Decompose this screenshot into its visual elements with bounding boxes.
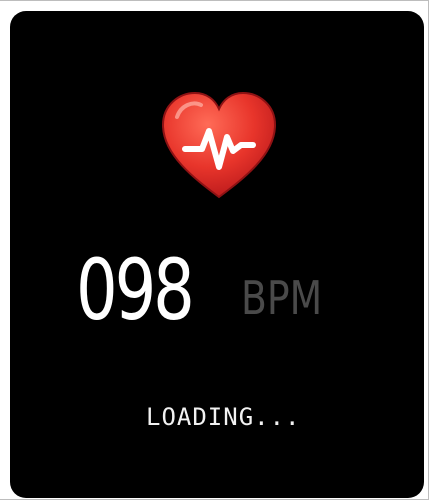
watch-screen: 098 BPM LOADING... (10, 11, 424, 498)
app-window: 098 BPM LOADING... (0, 0, 429, 500)
loading-status: LOADING... (146, 403, 301, 431)
bpm-value: 098 (76, 241, 195, 339)
bpm-unit: BPM (241, 271, 323, 325)
heart-pulse-icon (161, 91, 277, 199)
heart-rate-readout: 098 BPM (10, 235, 424, 345)
